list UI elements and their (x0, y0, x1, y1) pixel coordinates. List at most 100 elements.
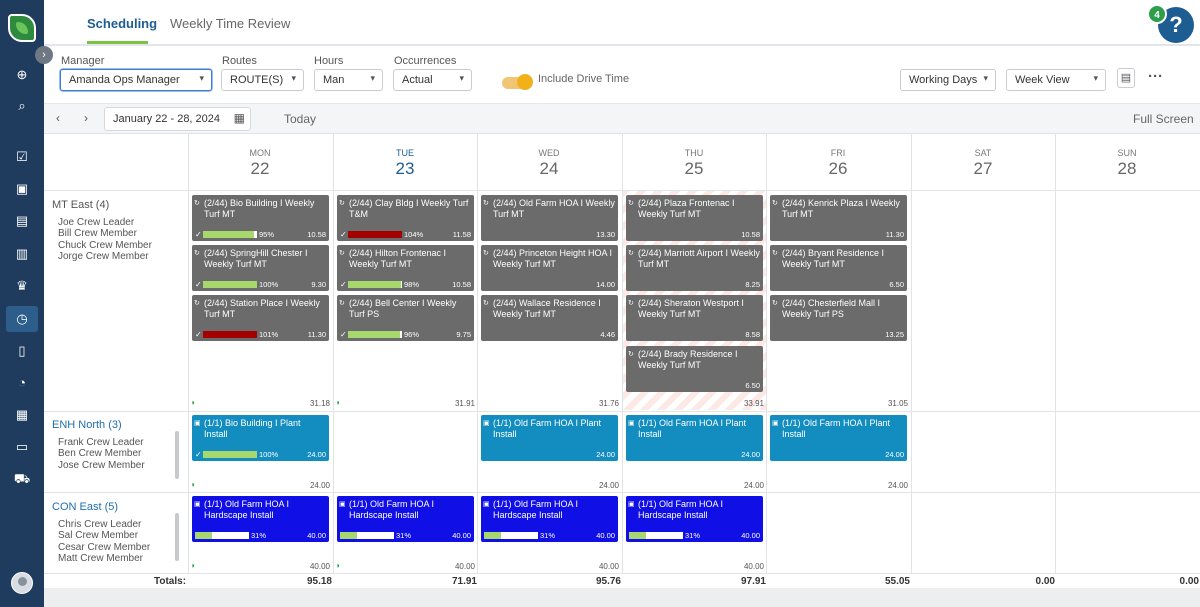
contact-card-icon[interactable]: ▤ (12, 212, 32, 230)
job-card[interactable]: ↻ (2/44) Bell Center I Weekly Turf PS ✓ 96%… (337, 295, 474, 341)
routes-select[interactable]: ROUTE(S) ▾ (221, 69, 304, 91)
report-icon[interactable]: ▦ (12, 406, 32, 424)
next-week-icon[interactable]: › (84, 111, 88, 125)
job-card[interactable]: ↻ (2/44) SpringHill Chester I Weekly Turf… (192, 245, 329, 291)
day-header-mon[interactable]: MON 22 (188, 134, 332, 190)
day-number: 23 (395, 159, 415, 178)
job-card[interactable]: ▣ (1/1) Old Farm HOA I Hardscape Install 3… (481, 496, 618, 542)
job-card[interactable]: ▣ (1/1) Old Farm HOA I Plant Install 24.00 (626, 415, 763, 461)
search-icon[interactable]: ⌕ (12, 97, 32, 115)
previous-week-icon[interactable]: ‹ (56, 111, 60, 125)
working-days-select[interactable]: Working Days ▾ (900, 69, 996, 91)
crew-mt-east: MT East (4) Joe Crew Leader Bill Crew Me… (52, 199, 182, 262)
add-icon[interactable]: ⊕ (12, 66, 32, 84)
status-dot-icon: ◑ (335, 398, 340, 407)
day-header-tue[interactable]: TUE 23 (333, 134, 477, 190)
job-card[interactable]: ▣ (1/1) Bio Building I Plant Install ✓ 100%… (192, 415, 329, 461)
inventory-icon[interactable]: ▭ (12, 438, 32, 456)
tab-bar: Scheduling Weekly Time Review 4 ? (44, 0, 1200, 46)
recurring-icon: ↻ (483, 200, 489, 207)
day-name: SAT (974, 148, 992, 158)
day-total: 97.91 (740, 576, 766, 587)
job-title: (2/44) Old Farm HOA I Weekly Turf MT (493, 198, 615, 219)
column-divider (622, 134, 623, 574)
day-header-fri[interactable]: FRI 26 (766, 134, 910, 190)
crew-scrollbar[interactable] (175, 513, 179, 561)
job-card[interactable]: ↻ (2/44) Chesterfield Mall I Weekly Turf … (770, 295, 907, 341)
schedule-icon[interactable]: ◷ (6, 306, 38, 332)
job-card[interactable]: ↻ (2/44) Hilton Frontenac I Weekly Turf M… (337, 245, 474, 291)
tab-weekly-time-review[interactable]: Weekly Time Review (170, 16, 290, 31)
job-hours: 40.00 (741, 531, 760, 540)
collapse-sidebar-icon[interactable]: › (35, 46, 53, 64)
job-title: (2/44) Kenrick Plaza I Weekly Turf MT (782, 198, 900, 219)
crew-name[interactable]: ENH North (3) (52, 419, 182, 431)
job-card[interactable]: ↻ (2/44) Plaza Frontenac I Weekly Turf MT… (626, 195, 763, 241)
filter-toolbar: Manager Amanda Ops Manager ▾ Routes ROUTE… (44, 48, 1200, 104)
truck-icon[interactable]: ⛟ (12, 470, 32, 488)
building-icon[interactable]: ▥ (12, 245, 32, 263)
job-card[interactable]: ↻ (2/44) Old Farm HOA I Weekly Turf MT 13.… (481, 195, 618, 241)
crew-scrollbar[interactable] (175, 431, 179, 479)
tab-scheduling[interactable]: Scheduling (87, 16, 157, 31)
calendar-icon[interactable]: ▣ (12, 180, 32, 198)
manager-select[interactable]: Amanda Ops Manager ▾ (60, 69, 212, 91)
column-divider (766, 134, 767, 574)
day-header-sat[interactable]: SAT 27 (911, 134, 1055, 190)
install-icon: ▣ (339, 501, 346, 508)
job-title: (2/44) Wallace Residence I Weekly Turf M… (493, 298, 601, 319)
day-total: 95.18 (306, 576, 332, 587)
day-crew-total: 40.00 (743, 562, 764, 571)
job-card[interactable]: ↻ (2/44) Wallace Residence I Weekly Turf … (481, 295, 618, 341)
job-card[interactable]: ↻ (2/44) Princeton Height HOA I Weekly Tu… (481, 245, 618, 291)
app-logo[interactable] (8, 14, 36, 42)
hours-select[interactable]: Man ▾ (314, 69, 383, 91)
trophy-icon[interactable]: ♛ (12, 277, 32, 295)
occurrences-label: Occurrences (394, 55, 457, 67)
install-icon: ▣ (194, 420, 201, 427)
job-title: (1/1) Old Farm HOA I Hardscape Install (349, 499, 435, 520)
clipboard-icon[interactable]: ▯ (12, 342, 32, 360)
more-options-icon[interactable]: ··· (1148, 68, 1163, 85)
install-icon: ▣ (772, 420, 779, 427)
date-range-picker[interactable]: January 22 - 28, 2024 ▦ (104, 107, 251, 131)
crew-member: Chris Crew Leader (58, 519, 142, 530)
job-hours: 8.25 (745, 280, 760, 289)
job-card[interactable]: ▣ (1/1) Old Farm HOA I Hardscape Install 3… (192, 496, 329, 542)
view-select[interactable]: Week View ▾ (1006, 69, 1106, 91)
today-button[interactable]: Today (284, 112, 316, 126)
drive-time-toggle[interactable] (502, 74, 533, 90)
job-hours: 10.58 (307, 230, 326, 239)
task-check-icon[interactable]: ☑ (12, 148, 32, 166)
clipboard-icon[interactable]: ▤ (1117, 68, 1135, 88)
day-header-sun[interactable]: SUN 28 (1055, 134, 1199, 190)
job-card[interactable]: ↻ (2/44) Bio Building I Weekly Turf MT ✓ 95… (192, 195, 329, 241)
job-card[interactable]: ↻ (2/44) Brady Residence I Weekly Turf MT… (626, 346, 763, 392)
job-card[interactable]: ↻ (2/44) Kenrick Plaza I Weekly Turf MT 11… (770, 195, 907, 241)
crew-name[interactable]: CON East (5) (52, 501, 182, 513)
job-card[interactable]: ↻ (2/44) Clay Bldg I Weekly Turf T&M ✓ 104%… (337, 195, 474, 241)
job-card[interactable]: ▣ (1/1) Old Farm HOA I Hardscape Install 3… (337, 496, 474, 542)
day-header-thu[interactable]: THU 25 (622, 134, 766, 190)
day-number: 26 (828, 159, 848, 178)
job-card[interactable]: ↻ (2/44) Marriott Airport I Weekly Turf M… (626, 245, 763, 291)
user-avatar[interactable] (11, 572, 33, 594)
job-card[interactable]: ↻ (2/44) Sheraton Westport I Weekly Turf … (626, 295, 763, 341)
occurrences-select[interactable]: Actual ▾ (393, 69, 472, 91)
pie-chart-icon[interactable]: ◔ (12, 374, 32, 392)
view-value: Week View (1015, 74, 1070, 86)
progress-bar (195, 532, 249, 539)
job-card[interactable]: ▣ (1/1) Old Farm HOA I Plant Install 24.00 (481, 415, 618, 461)
job-card[interactable]: ▣ (1/1) Old Farm HOA I Hardscape Install 3… (626, 496, 763, 542)
day-header-wed[interactable]: WED 24 (477, 134, 621, 190)
check-icon: ✓ (195, 330, 202, 339)
job-card[interactable]: ↻ (2/44) Bryant Residence I Weekly Turf M… (770, 245, 907, 291)
day-name: TUE (396, 148, 414, 158)
job-card[interactable]: ▣ (1/1) Old Farm HOA I Plant Install 24.00 (770, 415, 907, 461)
job-card[interactable]: ↻ (2/44) Station Place I Weekly Turf MT ✓ 1… (192, 295, 329, 341)
recurring-icon: ↻ (483, 300, 489, 307)
full-screen-button[interactable]: Full Screen (1133, 112, 1194, 126)
crew-name[interactable]: MT East (4) (52, 199, 182, 211)
progress-percent: 31% (540, 531, 556, 540)
chevron-down-icon: ▾ (983, 73, 988, 83)
